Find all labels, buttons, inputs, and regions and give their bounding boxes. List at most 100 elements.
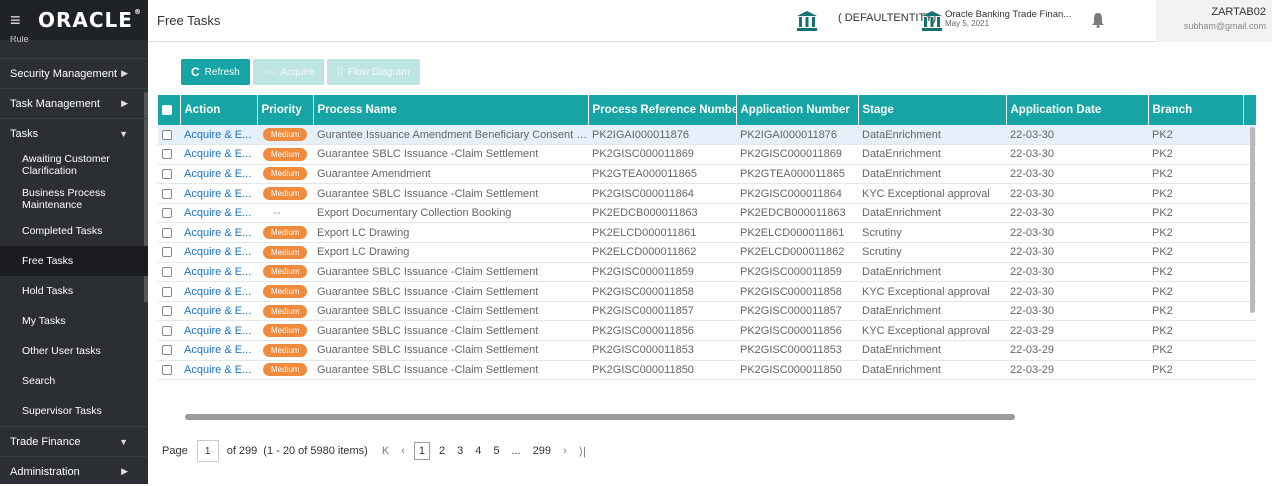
sidebar-item-trade-finance[interactable]: Trade Finance ▼: [0, 426, 148, 456]
row-checkbox[interactable]: [158, 125, 180, 146]
table-row[interactable]: Acquire & E... Medium Export LC Drawing PK2…: [158, 242, 1256, 263]
sidebar-item-free-tasks[interactable]: Free Tasks: [0, 246, 148, 276]
cell-action[interactable]: Acquire & E...: [180, 360, 257, 381]
hamburger-icon[interactable]: ≡: [10, 10, 30, 31]
sidebar-item-other-user-tasks[interactable]: Other User tasks: [0, 336, 148, 366]
bank-icon-app[interactable]: [921, 10, 943, 32]
flow-diagram-button[interactable]: ⁞⁞ Flow Diagram: [327, 59, 420, 85]
column-header-process-reference-number[interactable]: Process Reference Number: [588, 95, 737, 125]
cell-action[interactable]: Acquire & E...: [180, 281, 257, 302]
row-checkbox[interactable]: [158, 281, 180, 302]
cell-action[interactable]: Acquire & E...: [180, 301, 257, 322]
last-page-icon[interactable]: ⟩|: [579, 445, 586, 458]
row-checkbox[interactable]: [158, 164, 180, 185]
row-checkbox[interactable]: [158, 262, 180, 283]
next-page-icon[interactable]: ›: [563, 445, 567, 457]
cell-stage: KYC Exceptional approval: [858, 183, 1006, 204]
sidebar-item-completed-tasks[interactable]: Completed Tasks: [0, 216, 148, 246]
column-header-action[interactable]: Action: [180, 95, 258, 125]
page-link[interactable]: 4: [475, 445, 481, 457]
cell-action[interactable]: Acquire & E...: [180, 203, 257, 224]
page-link[interactable]: 1: [413, 442, 430, 460]
table-row[interactable]: Acquire & E... Medium Guarantee SBLC Issua…: [158, 301, 1256, 322]
sidebar-item-business-process-maintenance[interactable]: Business Process Maintenance: [0, 182, 148, 216]
sidebar-item-hold-tasks[interactable]: Hold Tasks: [0, 276, 148, 306]
table-row[interactable]: Acquire & E... Medium Guarantee SBLC Issua…: [158, 281, 1256, 302]
sidebar-item-my-tasks[interactable]: My Tasks: [0, 306, 148, 336]
sidebar-item-administration[interactable]: Administration ▶: [0, 456, 148, 486]
table-row[interactable]: Acquire & E... Medium Guarantee SBLC Issua…: [158, 360, 1256, 381]
sidebar-item-rule[interactable]: Rule▶: [10, 36, 29, 46]
page-link[interactable]: 3: [457, 445, 463, 457]
cell-process: Guarantee Amendment: [313, 164, 588, 185]
column-header-stage[interactable]: Stage: [858, 95, 1007, 125]
row-checkbox[interactable]: [158, 203, 180, 224]
refresh-button[interactable]: C Refresh: [181, 59, 250, 85]
row-checkbox[interactable]: [158, 320, 180, 342]
cell-date: 22-03-30: [1006, 281, 1148, 302]
page-link[interactable]: 5: [493, 445, 499, 457]
cell-ref: PK2GISC000011858: [588, 281, 736, 302]
app-name[interactable]: Oracle Banking Trade Finan... May 5, 2021: [945, 10, 1071, 28]
cell-stage: DataEnrichment: [858, 301, 1006, 322]
column-header-application-date[interactable]: Application Date: [1006, 95, 1149, 125]
acquire-button[interactable]: -○- Acquire: [252, 59, 325, 85]
vertical-scrollbar[interactable]: [1250, 127, 1255, 313]
row-checkbox[interactable]: [158, 301, 180, 322]
cell-action[interactable]: Acquire & E...: [180, 144, 257, 165]
cell-date: 22-03-29: [1006, 340, 1148, 361]
cell-ref: PK2GTEA000011865: [588, 164, 736, 185]
prev-page-icon[interactable]: ‹: [401, 445, 405, 457]
cell-action[interactable]: Acquire & E...: [180, 125, 257, 146]
column-header-application-number[interactable]: Application Number: [736, 95, 859, 125]
cell-action[interactable]: Acquire & E...: [180, 340, 257, 361]
column-header-branch[interactable]: Branch: [1148, 95, 1244, 125]
column-header-process-name[interactable]: Process Name: [313, 95, 589, 125]
column-header-priority[interactable]: Priority: [257, 95, 314, 125]
table-row[interactable]: Acquire & E... Medium Guarantee SBLC Issua…: [158, 144, 1256, 165]
sidebar-item-task-management[interactable]: Task Management ▶: [0, 88, 148, 118]
sidebar-item-security-management[interactable]: Security Management ▶: [0, 58, 148, 88]
cell-date: 22-03-30: [1006, 203, 1148, 224]
row-checkbox[interactable]: [158, 144, 180, 165]
user-menu[interactable]: ZARTAB02 subham@gmail.com: [1156, 0, 1272, 42]
table-row[interactable]: Acquire & E... -- Export Documentary Colle…: [158, 203, 1256, 224]
priority-badge: Medium: [263, 226, 308, 240]
row-checkbox[interactable]: [158, 242, 180, 263]
cell-action[interactable]: Acquire & E...: [180, 164, 257, 185]
cell-action[interactable]: Acquire & E...: [180, 262, 257, 283]
page-link[interactable]: 299: [533, 445, 551, 457]
page-link[interactable]: 2: [439, 445, 445, 457]
sidebar-item-tasks[interactable]: Tasks ▼: [0, 118, 148, 148]
row-checkbox[interactable]: [158, 340, 180, 361]
cell-priority: Medium: [257, 222, 313, 244]
first-page-icon[interactable]: K: [382, 445, 389, 457]
table-row[interactable]: Acquire & E... Medium Guarantee SBLC Issua…: [158, 262, 1256, 283]
table-row[interactable]: Acquire & E... Medium Guarantee SBLC Issua…: [158, 340, 1256, 361]
sidebar-item-label: Business Process Maintenance: [22, 187, 106, 211]
page-input[interactable]: 1: [196, 440, 219, 462]
row-checkbox[interactable]: [158, 360, 180, 381]
sidebar-item-search[interactable]: Search: [0, 366, 148, 396]
cell-branch: PK2: [1148, 183, 1243, 204]
cell-action[interactable]: Acquire & E...: [180, 183, 257, 204]
sidebar-item-supervisor-tasks[interactable]: Supervisor Tasks: [0, 396, 148, 426]
cell-action[interactable]: Acquire & E...: [180, 320, 257, 342]
table-row[interactable]: Acquire & E... Medium Guarantee Amendment P…: [158, 164, 1256, 185]
cell-action[interactable]: Acquire & E...: [180, 222, 257, 244]
table-row[interactable]: Acquire & E... Medium Gurantee Issuance Am…: [158, 125, 1256, 146]
bell-icon[interactable]: [1091, 12, 1105, 28]
cell-action[interactable]: Acquire & E...: [180, 242, 257, 263]
sidebar-item-awaiting-customer-clarification[interactable]: Awaiting Customer Clarification: [0, 148, 148, 182]
table-row[interactable]: Acquire & E... Medium Export LC Drawing PK2…: [158, 222, 1256, 244]
row-checkbox[interactable]: [158, 222, 180, 244]
cell-app: PK2GTEA000011865: [736, 164, 858, 185]
table-row[interactable]: Acquire & E... Medium Guarantee SBLC Issua…: [158, 320, 1256, 342]
select-all-checkbox[interactable]: [158, 95, 181, 125]
bank-icon[interactable]: [796, 10, 818, 32]
horizontal-scrollbar[interactable]: [185, 414, 1015, 420]
cell-app: PK2GISC000011859: [736, 262, 858, 283]
table-row[interactable]: Acquire & E... Medium Guarantee SBLC Issua…: [158, 183, 1256, 204]
cell-app: PK2GISC000011850: [736, 360, 858, 381]
row-checkbox[interactable]: [158, 183, 180, 204]
